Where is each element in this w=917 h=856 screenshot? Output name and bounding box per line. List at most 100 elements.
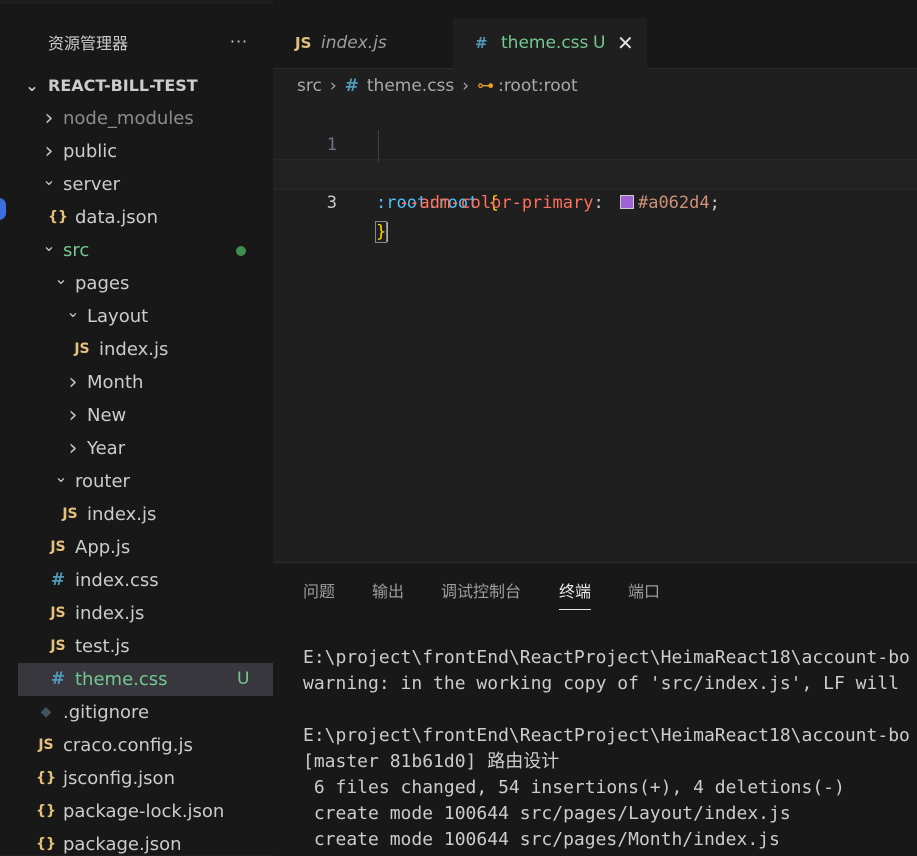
editor-tab-bar: JS index.js # theme.css U ✕: [273, 0, 917, 69]
chevron-right-icon: ›: [329, 76, 337, 96]
tab-problems[interactable]: 问题: [303, 579, 335, 609]
tree-item-label: Year: [87, 438, 126, 459]
code-text: }: [374, 218, 389, 247]
chevron-right-icon[interactable]: ›: [42, 135, 56, 168]
code-line: 1 ⌄ :root:root {: [273, 102, 917, 213]
tree-item[interactable]: {} package.json: [0, 828, 273, 855]
tree-item[interactable]: › New: [0, 399, 273, 432]
chevron-down-icon[interactable]: ⌄: [66, 300, 80, 324]
chevron-down-icon[interactable]: ⌄: [54, 465, 68, 489]
tree-item-label: router: [75, 471, 130, 492]
close-brace: }: [374, 221, 388, 243]
tree-item-label: index.js: [75, 603, 145, 624]
terminal-line: warning: in the working copy of 'src/ind…: [303, 673, 900, 694]
tree-item[interactable]: › Month: [0, 366, 273, 399]
tree-item[interactable]: ⌄ Layout: [0, 300, 273, 333]
chevron-down-icon[interactable]: ⌄: [42, 168, 56, 192]
line-number: 3: [326, 193, 337, 213]
tab-terminal[interactable]: 终端: [559, 579, 592, 610]
tree-item[interactable]: ⌄ router: [0, 465, 273, 498]
chevron-right-icon[interactable]: ›: [66, 366, 80, 399]
more-actions-icon[interactable]: ···: [228, 30, 250, 54]
css-property: --adm-color-primary: [399, 193, 594, 213]
tree-item[interactable]: JS index.js: [0, 597, 273, 630]
tree-item[interactable]: ◆ .gitignore: [0, 696, 273, 729]
semicolon: ;: [709, 193, 720, 213]
tree-item[interactable]: › public: [0, 135, 273, 168]
breadcrumb-file[interactable]: theme.css: [367, 74, 454, 98]
tree-item-label: test.js: [75, 636, 130, 657]
tree-item[interactable]: # theme.css U: [18, 663, 273, 696]
breadcrumb-symbol[interactable]: :root:root: [498, 74, 578, 98]
tree-item[interactable]: ⌄ pages: [0, 267, 273, 300]
terminal-line: create mode 100644 src/pages/Month/index…: [303, 829, 780, 850]
tree-item[interactable]: {} jsconfig.json: [0, 762, 273, 795]
untracked-status: U: [237, 669, 250, 689]
bottom-panel: 问题 输出 调试控制台 终端 端口 E:\project\frontEnd\Re…: [273, 562, 917, 856]
tree-item-label: index.css: [75, 570, 159, 591]
chevron-down-icon[interactable]: ⌄: [42, 234, 56, 258]
tree-item-label: Layout: [87, 306, 149, 327]
css-value: #a062d4: [637, 193, 710, 213]
tree-item[interactable]: JS test.js: [0, 630, 273, 663]
code-line-current: 3 }: [273, 159, 917, 243]
breadcrumb-folder[interactable]: src: [297, 74, 322, 98]
tree-item[interactable]: # index.css: [0, 564, 273, 597]
tab-debug-console[interactable]: 调试控制台: [441, 579, 521, 609]
tree-item[interactable]: › node_modules: [0, 102, 273, 135]
close-icon[interactable]: ✕: [617, 18, 634, 68]
tab-theme-css[interactable]: # theme.css U ✕: [453, 18, 647, 69]
css-file-icon: #: [344, 76, 359, 96]
tree-item-label: index.js: [99, 339, 169, 360]
tree-item-label: src: [63, 240, 90, 261]
indent-guide: [378, 130, 379, 162]
chevron-down-icon[interactable]: ⌄: [54, 267, 68, 291]
tab-ports[interactable]: 端口: [628, 579, 660, 609]
tree-item-label: craco.config.js: [63, 735, 193, 756]
terminal-line: E:\project\frontEnd\ReactProject\HeimaRe…: [303, 647, 910, 668]
tree-item[interactable]: JS index.js: [0, 498, 273, 531]
tree-item-label: App.js: [75, 537, 131, 558]
tree-item[interactable]: › Year: [0, 432, 273, 465]
project-name: REACT-BILL-TEST: [48, 76, 198, 95]
tree-item[interactable]: JS App.js: [0, 531, 273, 564]
json-file-icon: {}: [48, 209, 68, 225]
tree-item[interactable]: {} package-lock.json: [0, 795, 273, 828]
tree-item-label: public: [63, 141, 118, 162]
js-file-icon: JS: [295, 34, 312, 52]
code-text: --adm-color-primary: #a062d4;: [399, 189, 720, 218]
terminal-line: E:\project\frontEnd\ReactProject\HeimaRe…: [303, 725, 910, 746]
color-swatch[interactable]: [619, 194, 634, 209]
tab-label: index.js: [321, 33, 387, 53]
tree-item-label: .gitignore: [63, 702, 150, 723]
chevron-right-icon[interactable]: ›: [66, 399, 80, 432]
tree-item-label: index.js: [87, 504, 157, 525]
terminal-line: [master 81b61d0] 路由设计: [303, 751, 560, 772]
tab-index-js[interactable]: JS index.js: [273, 18, 453, 68]
tree-item-label: jsconfig.json: [63, 768, 175, 789]
tree-item[interactable]: JS craco.config.js: [0, 729, 273, 762]
explorer-title: 资源管理器: [48, 34, 129, 53]
project-section-header[interactable]: ⌄ REACT-BILL-TEST: [0, 74, 273, 98]
json-file-icon: {}: [36, 836, 56, 852]
css-file-icon: #: [50, 570, 66, 590]
tree-item[interactable]: ⌄ server: [0, 168, 273, 201]
js-file-icon: JS: [62, 506, 78, 522]
tree-item[interactable]: ⌄ src: [0, 234, 273, 267]
symbol-icon: ⊶: [477, 76, 495, 96]
code-editor[interactable]: 1 ⌄ :root:root { 2 --adm-color-primary: …: [273, 100, 917, 560]
breadcrumb: src › # theme.css › ⊶:root:root: [297, 74, 578, 98]
tree-item[interactable]: {} data.json: [0, 201, 273, 234]
css-file-icon: #: [475, 34, 488, 52]
tree-item[interactable]: JS index.js: [0, 333, 273, 366]
text-cursor: [386, 222, 389, 242]
tree-item-label: data.json: [75, 207, 159, 228]
js-file-icon: JS: [74, 341, 90, 357]
chevron-right-icon[interactable]: ›: [42, 102, 56, 135]
tab-label: theme.css: [501, 33, 589, 53]
chevron-right-icon[interactable]: ›: [66, 432, 80, 465]
tab-output[interactable]: 输出: [372, 579, 404, 609]
chevron-down-icon: ⌄: [25, 76, 39, 95]
tree-item-label: New: [87, 405, 127, 426]
